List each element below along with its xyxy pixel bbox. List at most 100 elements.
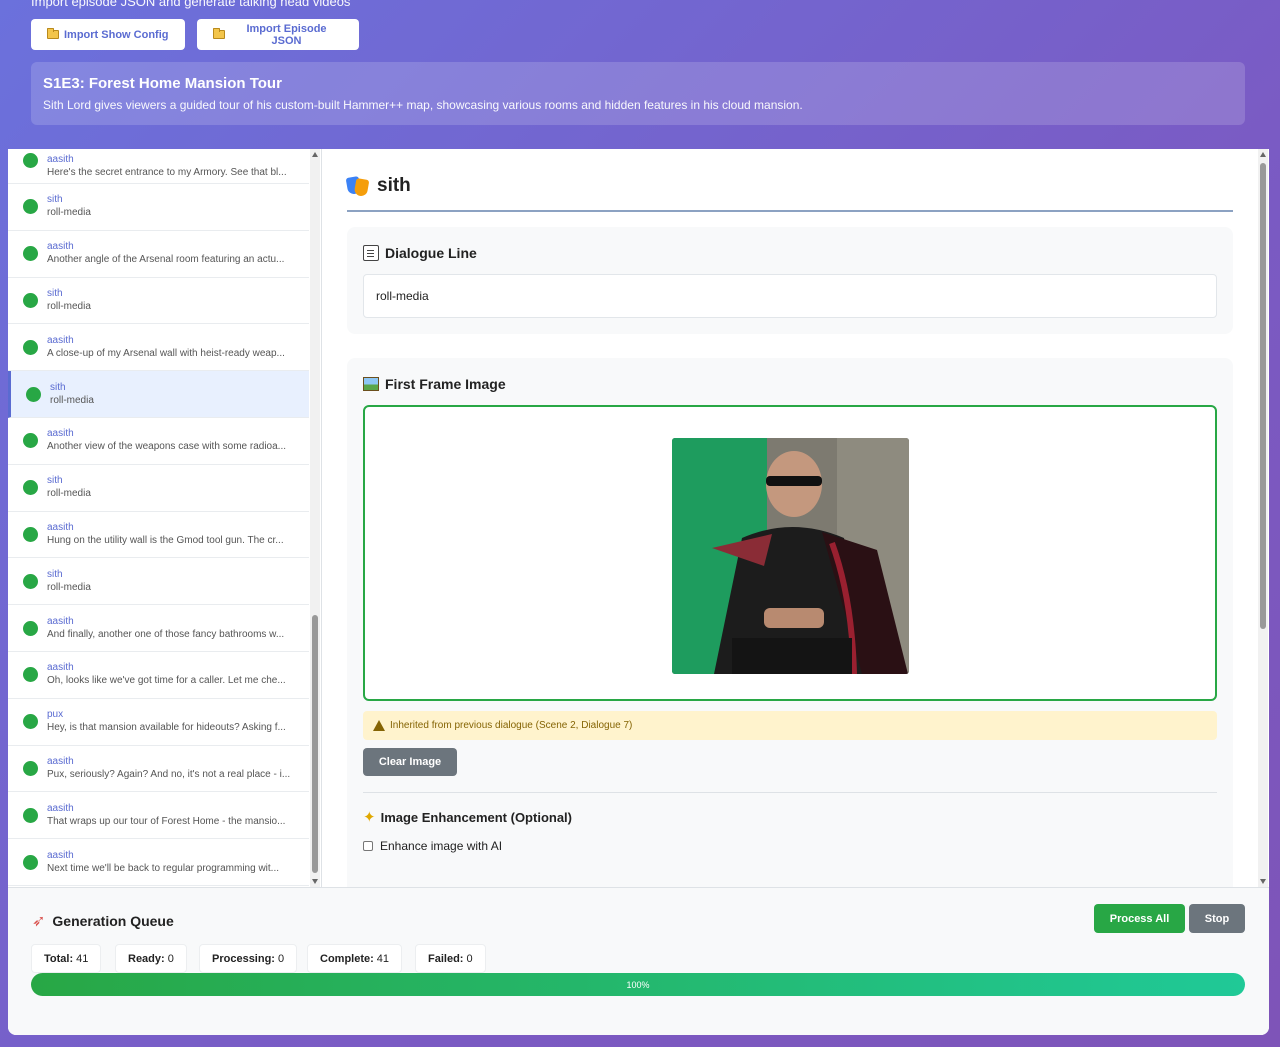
status-complete-icon [23,292,38,308]
detail-scrollbar[interactable] [1258,149,1268,887]
list-item-line: Oh, looks like we've got time for a call… [47,675,286,687]
progress-fill: 100% [31,973,1245,996]
status-complete-icon [23,433,38,449]
list-item-line: Hung on the utility wall is the Gmod too… [47,534,284,546]
scroll-up-arrow-icon[interactable] [1260,152,1266,157]
list-item-speaker: aasith [47,521,74,533]
import-show-config-label: Import Show Config [64,28,169,41]
list-item-speaker: aasith [47,241,74,253]
list-item-line: roll-media [47,207,91,219]
list-item[interactable]: aasith Another angle of the Arsenal room … [8,231,309,278]
list-item-line: Another angle of the Arsenal room featur… [47,254,285,266]
warning-icon [373,720,385,731]
status-complete-icon [23,480,38,496]
first-frame-photo [672,438,909,674]
enhance-image-checkbox[interactable] [363,841,373,851]
status-complete-icon [23,760,38,776]
list-item[interactable]: sith roll-media [8,558,309,606]
dialogue-line-section: Dialogue Line roll-media [347,227,1233,334]
scrollbar-thumb[interactable] [312,615,318,873]
list-item[interactable]: aasith Another view of the weapons case w… [8,418,309,465]
memo-icon [363,245,379,261]
list-item-line: Another view of the weapons case with so… [47,441,287,453]
section-separator [363,792,1217,793]
list-item[interactable]: aasith That wraps up our tour of Forest H… [8,792,309,840]
character-name: sith [377,175,411,196]
status-complete-icon [23,573,38,589]
rocket-icon: ➶ [32,913,46,930]
list-item[interactable]: aasith And finally, another one of those … [8,605,309,652]
list-item-speaker: sith [47,194,63,206]
status-complete-icon [23,667,38,683]
status-complete-icon [23,526,38,542]
header-divider [347,210,1233,212]
list-item-line: That wraps up our tour of Forest Home - … [47,815,286,827]
list-item[interactable]: aasith Here's the secret entrance to my A… [8,149,309,184]
list-item[interactable]: sith roll-media [8,465,309,512]
list-item[interactable]: aasith Next time we'll be back to regular… [8,839,309,886]
stat-failed: Failed: 0 [415,944,486,973]
app-subtitle: Import episode JSON and generate talking… [31,0,351,9]
dialogue-detail: sith Dialogue Line roll-media First Fram… [322,149,1259,887]
list-item-speaker: sith [50,381,66,393]
first-frame-title: First Frame Image [385,376,506,392]
list-item[interactable]: sith roll-media [8,184,309,231]
list-item[interactable]: sith roll-media [8,278,309,325]
stat-complete: Complete: 41 [307,944,403,973]
generation-queue: ➶ Generation Queue Process All Stop Tota… [8,887,1269,1035]
main-panel: aasith Here's the secret entrance to my A… [8,149,1269,1035]
image-enhancement-title: Image Enhancement (Optional) [380,810,572,825]
status-complete-icon [23,153,38,168]
list-item-speaker: pux [47,709,64,721]
list-item-speaker: aasith [47,755,74,767]
list-item[interactable]: aasith Oh, looks like we've got time for … [8,652,309,699]
list-item[interactable]: aasith Hung on the utility wall is the Gm… [8,512,309,559]
theater-masks-icon [345,175,370,197]
enhance-image-label: Enhance image with AI [380,839,503,853]
clear-image-button[interactable]: Clear Image [363,748,457,776]
stop-button[interactable]: Stop [1189,904,1245,933]
list-item-line: roll-media [47,488,91,500]
list-item[interactable]: pux Hey, is that mansion available for hi… [8,699,309,746]
list-item-speaker: aasith [47,802,74,814]
scroll-down-arrow-icon[interactable] [312,879,318,884]
status-complete-icon [23,199,38,215]
folder-icon [47,28,59,39]
episode-info-card: S1E3: Forest Home Mansion Tour Sith Lord… [31,62,1245,125]
list-item-speaker: sith [47,475,63,487]
list-item-line: Here's the secret entrance to my Armory.… [47,167,287,178]
dialogue-line-heading: Dialogue Line [363,245,477,261]
image-enhancement-heading: ✦ Image Enhancement (Optional) [363,810,572,825]
status-complete-icon [23,807,38,823]
inherited-notice: Inherited from previous dialogue (Scene … [363,711,1217,740]
list-item-line: roll-media [47,300,91,312]
scroll-down-arrow-icon[interactable] [1260,879,1266,884]
list-item[interactable]: aasith Pux, seriously? Again? And no, it'… [8,746,309,793]
import-episode-json-button[interactable]: Import Episode JSON [197,19,359,50]
image-drop-zone[interactable] [363,405,1217,701]
status-complete-icon [23,339,38,355]
dialogue-list-scrollbar[interactable] [310,149,320,887]
scrollbar-thumb[interactable] [1260,163,1266,629]
import-show-config-button[interactable]: Import Show Config [31,19,185,50]
list-item[interactable]: sith roll-media [8,371,309,418]
process-all-button[interactable]: Process All [1094,904,1185,933]
generation-queue-heading: ➶ Generation Queue [32,911,174,931]
dialogue-list[interactable]: aasith Here's the secret entrance to my A… [8,149,309,887]
import-episode-json-label: Import Episode JSON [246,22,327,47]
scroll-up-arrow-icon[interactable] [312,152,318,157]
dialogue-line-title: Dialogue Line [385,245,477,261]
first-frame-heading: First Frame Image [363,376,506,392]
list-item[interactable]: aasith A close-up of my Arsenal wall with… [8,324,309,372]
status-complete-icon [23,854,38,870]
list-item-speaker: sith [47,568,63,580]
generation-queue-title: Generation Queue [52,913,174,929]
folder-icon [213,28,225,39]
dialogue-line-field[interactable]: roll-media [363,274,1217,318]
list-item-speaker: sith [47,287,63,299]
list-item-speaker: aasith [47,428,74,440]
framed-picture-icon [363,377,379,391]
first-frame-image-section: First Frame Image Inherited from previou… [347,358,1233,887]
list-item-speaker: aasith [47,334,74,346]
enhance-image-option[interactable]: Enhance image with AI [363,839,502,853]
